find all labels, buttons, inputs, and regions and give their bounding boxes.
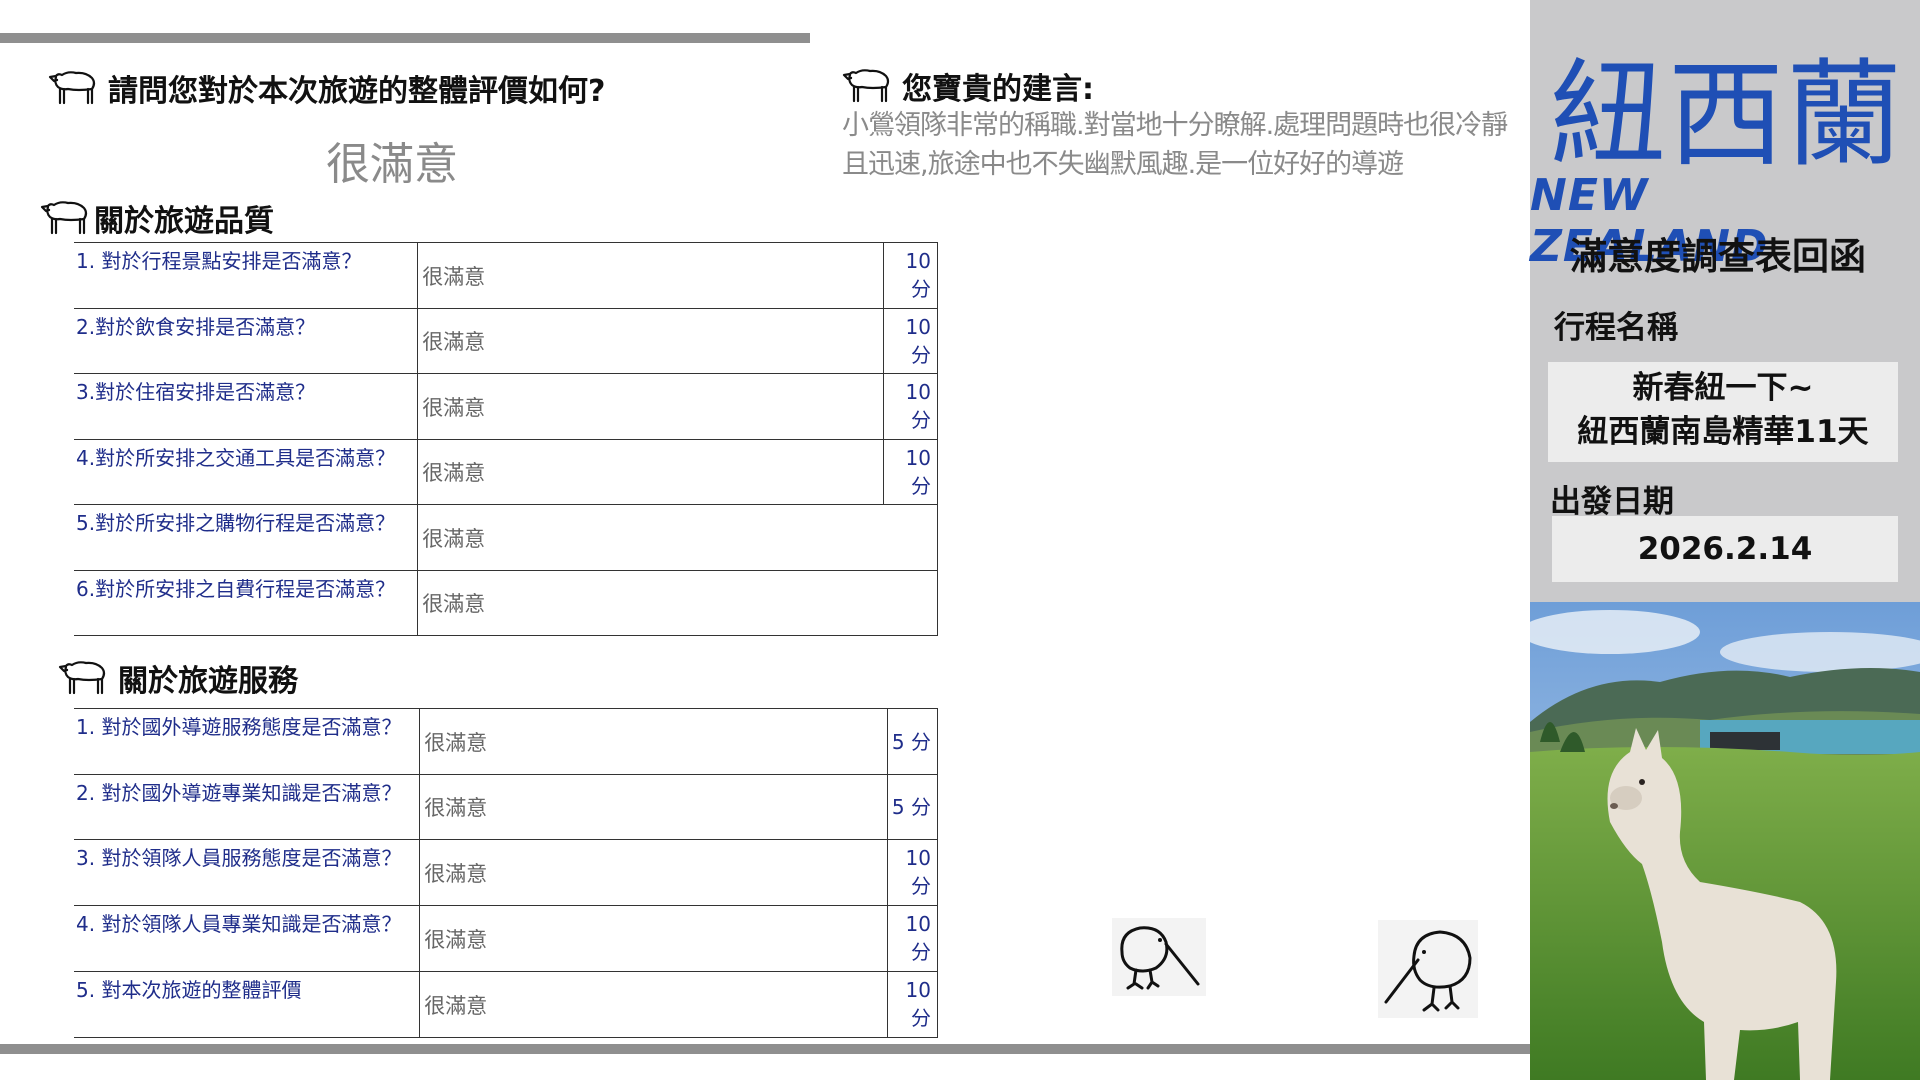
bottom-divider [0,1044,1530,1054]
departure-date-box: 2026.2.14 [1552,516,1898,582]
row-score: 5 分 [887,708,938,775]
row-answer: 很滿意 [417,373,884,440]
row-question: 5. 對本次旅遊的整體評價 [74,971,421,1038]
service-heading-text: 關於旅遊服務 [118,664,298,699]
row-answer: 很滿意 [417,308,884,374]
departure-date-label: 出發日期 [1550,484,1674,520]
kiwi-icon [1112,918,1206,996]
trip-info-sidebar: 紐西蘭 NEW ZEALAND 滿意度調查表回函 行程名稱 新春紐一下~ 紐西蘭… [1530,0,1920,1080]
quality-heading-text: 關於旅遊品質 [94,204,274,239]
sheep-icon [40,199,90,237]
trip-name-line1: 新春紐一下~ [1632,370,1814,406]
row-score: 10 分 [883,373,938,440]
row-score: 10 分 [883,242,938,309]
service-table: 1. 對於國外導遊服務態度是否滿意？ 很滿意 5 分 2. 對於國外導遊專業知識… [74,708,938,1038]
trip-name-label: 行程名稱 [1554,310,1678,346]
row-answer: 很滿意 [419,774,888,840]
row-score: 10 分 [883,439,938,505]
table-row: 2.對於飲食安排是否滿意？ 很滿意 10 分 [74,308,938,374]
row-question: 3. 對於領隊人員服務態度是否滿意？ [74,839,421,906]
table-row: 4. 對於領隊人員專業知識是否滿意？ 很滿意 10 分 [74,905,938,972]
sheep-icon [842,67,892,105]
row-question: 5.對於所安排之購物行程是否滿意？ [74,504,419,571]
row-question: 2.對於飲食安排是否滿意？ [74,308,419,374]
overall-question-text: 請問您對於本次旅遊的整體評價如何? [108,74,606,109]
suggestion-heading-text: 您寶貴的建言: [902,72,1094,107]
quality-heading: 關於旅遊品質 [40,196,274,240]
row-answer: 很滿意 [417,504,938,571]
table-row: 5.對於所安排之購物行程是否滿意？ 很滿意 [74,504,938,571]
row-score: 10 分 [883,308,938,374]
row-question: 2. 對於國外導遊專業知識是否滿意？ [74,774,421,840]
suggestion-text: 小鶯領隊非常的稱職.對當地十分瞭解.處理問題時也很冷靜且迅速,旅途中也不失幽默風… [842,110,1508,180]
service-heading: 關於旅遊服務 [58,656,298,700]
table-row: 3. 對於領隊人員服務態度是否滿意？ 很滿意 10 分 [74,839,938,906]
overall-answer: 很滿意 [326,139,458,190]
row-score: 5 分 [887,774,938,840]
alpaca-photo [1530,602,1920,1080]
row-answer: 很滿意 [417,439,884,505]
trip-name-box: 新春紐一下~ 紐西蘭南島精華11天 [1548,362,1898,462]
row-question: 4. 對於領隊人員專業知識是否滿意？ [74,905,421,972]
survey-title: 滿意度調查表回函 [1570,235,1866,278]
row-answer: 很滿意 [417,570,938,636]
row-answer: 很滿意 [417,242,884,309]
row-score: 10 分 [887,905,938,972]
quality-table: 1. 對於行程景點安排是否滿意？ 很滿意 10 分 2.對於飲食安排是否滿意？ … [74,242,938,636]
row-question: 3.對於住宿安排是否滿意？ [74,373,419,440]
suggestion-heading: 您寶貴的建言: [842,64,1094,108]
row-question: 6.對於所安排之自費行程是否滿意？ [74,570,419,636]
trip-name-line2: 紐西蘭南島精華11天 [1577,414,1869,450]
table-row: 2. 對於國外導遊專業知識是否滿意？ 很滿意 5 分 [74,774,938,840]
row-question: 1. 對於行程景點安排是否滿意？ [74,242,419,309]
row-answer: 很滿意 [419,839,888,906]
table-row: 3.對於住宿安排是否滿意？ 很滿意 10 分 [74,373,938,440]
kiwi-icon [1378,920,1478,1018]
title-chinese: 紐西蘭 [1550,48,1904,183]
table-row: 4.對於所安排之交通工具是否滿意？ 很滿意 10 分 [74,439,938,505]
row-question: 4.對於所安排之交通工具是否滿意？ [74,439,419,505]
top-divider [0,33,810,43]
row-question: 1. 對於國外導遊服務態度是否滿意？ [74,708,421,775]
row-answer: 很滿意 [419,971,888,1038]
table-row: 5. 對本次旅遊的整體評價 很滿意 10 分 [74,971,938,1038]
table-row: 1. 對於國外導遊服務態度是否滿意？ 很滿意 5 分 [74,708,938,775]
sheep-icon [48,69,98,107]
row-answer: 很滿意 [419,708,888,775]
table-row: 1. 對於行程景點安排是否滿意？ 很滿意 10 分 [74,242,938,309]
overall-question-heading: 請問您對於本次旅遊的整體評價如何? [48,66,605,110]
row-answer: 很滿意 [419,905,888,972]
row-score: 10 分 [887,971,938,1038]
table-row: 6.對於所安排之自費行程是否滿意？ 很滿意 [74,570,938,636]
row-score: 10 分 [887,839,938,906]
sheep-icon [58,659,108,697]
